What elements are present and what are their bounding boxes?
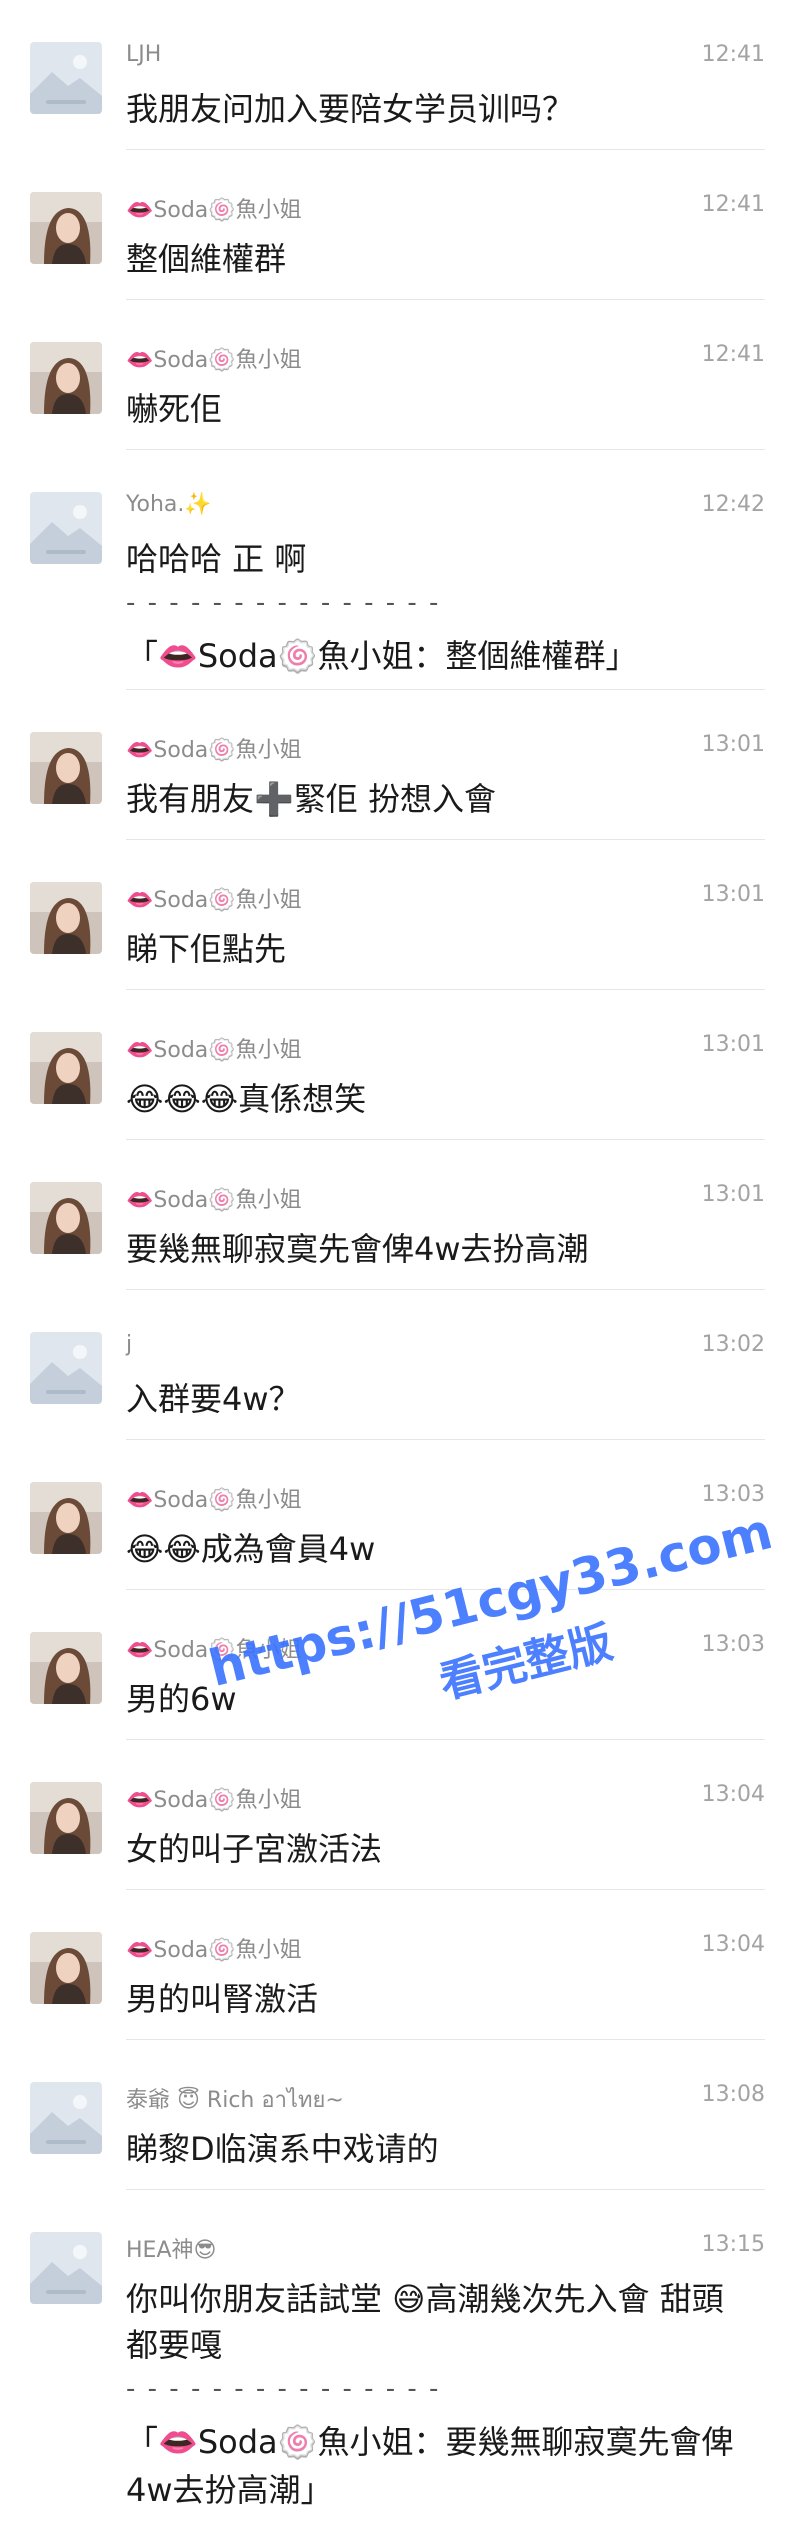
message-time: 12:41 xyxy=(701,192,765,217)
message-text: 睇黎D临演系中戏请的 xyxy=(126,2130,439,2168)
default-avatar-icon xyxy=(30,492,102,564)
profile-photo-icon xyxy=(30,1182,102,1254)
divider xyxy=(126,1589,765,1590)
message-text: 男的6w xyxy=(126,1680,237,1718)
message-text: 整個維權群 xyxy=(126,240,287,278)
quote-text: 「👄Soda🍥魚小姐：整個維權群」 xyxy=(126,637,638,675)
sender-name: 👄Soda🍥魚小姐 xyxy=(126,1188,302,1213)
divider xyxy=(126,1739,765,1740)
profile-photo-icon xyxy=(30,192,102,264)
message-time: 13:04 xyxy=(701,1782,765,1807)
message-text: 男的叫腎激活 xyxy=(126,1980,319,2018)
message-text: 我有朋友➕緊佢 扮想入會 xyxy=(126,780,497,818)
message-text: 😂😂成為會員4w xyxy=(126,1530,376,1568)
sender-name: 👄Soda🍥魚小姐 xyxy=(126,888,302,913)
message-time: 13:01 xyxy=(701,1182,765,1207)
divider xyxy=(126,1439,765,1440)
avatar[interactable] xyxy=(30,1182,102,1254)
sender-name: 👄Soda🍥魚小姐 xyxy=(126,1488,302,1513)
message-text: 😂😂😂真係想笑 xyxy=(126,1080,367,1118)
avatar[interactable] xyxy=(30,2232,102,2304)
default-avatar-icon xyxy=(30,42,102,114)
default-avatar-icon xyxy=(30,1332,102,1404)
quoted-message[interactable]: - - - - - - - - - - - - - - - 「👄Soda🍥魚小姐：… xyxy=(126,588,746,680)
message-text: 要幾無聊寂寞先會俾4w去扮高潮 xyxy=(126,1230,589,1268)
message-text: 哈哈哈 正 啊 xyxy=(126,540,307,578)
message-time: 13:03 xyxy=(701,1632,765,1657)
avatar[interactable] xyxy=(30,1782,102,1854)
sender-name: j xyxy=(126,1332,133,1357)
quote-separator: - - - - - - - - - - - - - - - xyxy=(126,2374,441,2404)
default-avatar-icon xyxy=(30,2232,102,2304)
message-time: 13:15 xyxy=(701,2232,765,2257)
sender-name: 泰爺 😇 Rich อาไทย~ xyxy=(126,2088,344,2113)
divider xyxy=(126,1889,765,1890)
message-text: 女的叫子宮激活法 xyxy=(126,1830,383,1868)
avatar[interactable] xyxy=(30,342,102,414)
avatar[interactable] xyxy=(30,732,102,804)
divider xyxy=(126,2039,765,2040)
divider xyxy=(126,149,765,150)
avatar[interactable] xyxy=(30,1632,102,1704)
message-time: 13:08 xyxy=(701,2082,765,2107)
sender-name: LJH xyxy=(126,42,162,67)
avatar[interactable] xyxy=(30,42,102,114)
avatar[interactable] xyxy=(30,1332,102,1404)
sender-name: 👄Soda🍥魚小姐 xyxy=(126,1038,302,1063)
sender-name: HEA神😎 xyxy=(126,2238,217,2263)
profile-photo-icon xyxy=(30,1932,102,2004)
message-time: 13:04 xyxy=(701,1932,765,1957)
sender-name: 👄Soda🍥魚小姐 xyxy=(126,1638,302,1663)
divider xyxy=(126,989,765,990)
avatar[interactable] xyxy=(30,492,102,564)
profile-photo-icon xyxy=(30,882,102,954)
message-text: 嚇死佢 xyxy=(126,390,223,428)
avatar[interactable] xyxy=(30,1482,102,1554)
message-time: 12:41 xyxy=(701,342,765,367)
sender-name: 👄Soda🍥魚小姐 xyxy=(126,348,302,373)
divider xyxy=(126,2189,765,2190)
sender-name: Yoha.✨ xyxy=(126,492,212,517)
message-time: 13:03 xyxy=(701,1482,765,1507)
profile-photo-icon xyxy=(30,732,102,804)
message-time: 13:01 xyxy=(701,732,765,757)
profile-photo-icon xyxy=(30,342,102,414)
message-text: 入群要4w？ xyxy=(126,1380,301,1418)
message-time: 13:02 xyxy=(701,1332,765,1357)
quote-separator: - - - - - - - - - - - - - - - xyxy=(126,588,441,618)
profile-photo-icon xyxy=(30,1032,102,1104)
message-time: 13:01 xyxy=(701,1032,765,1057)
message-text: 我朋友问加入要陪女学员训吗？ xyxy=(126,90,575,128)
sender-name: 👄Soda🍥魚小姐 xyxy=(126,198,302,223)
divider xyxy=(126,449,765,450)
message-text: 你叫你朋友話試堂 😅高潮幾次先入會 甜頭都要嘎 xyxy=(126,2280,724,2364)
sender-name: 👄Soda🍥魚小姐 xyxy=(126,1938,302,1963)
sender-name: 👄Soda🍥魚小姐 xyxy=(126,1788,302,1813)
quoted-message[interactable]: - - - - - - - - - - - - - - - 「👄Soda🍥魚小姐：… xyxy=(126,2374,746,2514)
avatar[interactable] xyxy=(30,2082,102,2154)
message-time: 12:41 xyxy=(701,42,765,67)
divider xyxy=(126,839,765,840)
profile-photo-icon xyxy=(30,1782,102,1854)
quote-text: 「👄Soda🍥魚小姐：要幾無聊寂寞先會俾4w去扮高潮」 xyxy=(126,2423,734,2509)
default-avatar-icon xyxy=(30,2082,102,2154)
divider xyxy=(126,1139,765,1140)
avatar[interactable] xyxy=(30,192,102,264)
divider xyxy=(126,299,765,300)
message-text: 睇下佢點先 xyxy=(126,930,287,968)
message-time: 13:01 xyxy=(701,882,765,907)
avatar[interactable] xyxy=(30,1032,102,1104)
divider xyxy=(126,689,765,690)
profile-photo-icon xyxy=(30,1632,102,1704)
profile-photo-icon xyxy=(30,1482,102,1554)
avatar[interactable] xyxy=(30,882,102,954)
divider xyxy=(126,1289,765,1290)
message-time: 12:42 xyxy=(701,492,765,517)
avatar[interactable] xyxy=(30,1932,102,2004)
sender-name: 👄Soda🍥魚小姐 xyxy=(126,738,302,763)
